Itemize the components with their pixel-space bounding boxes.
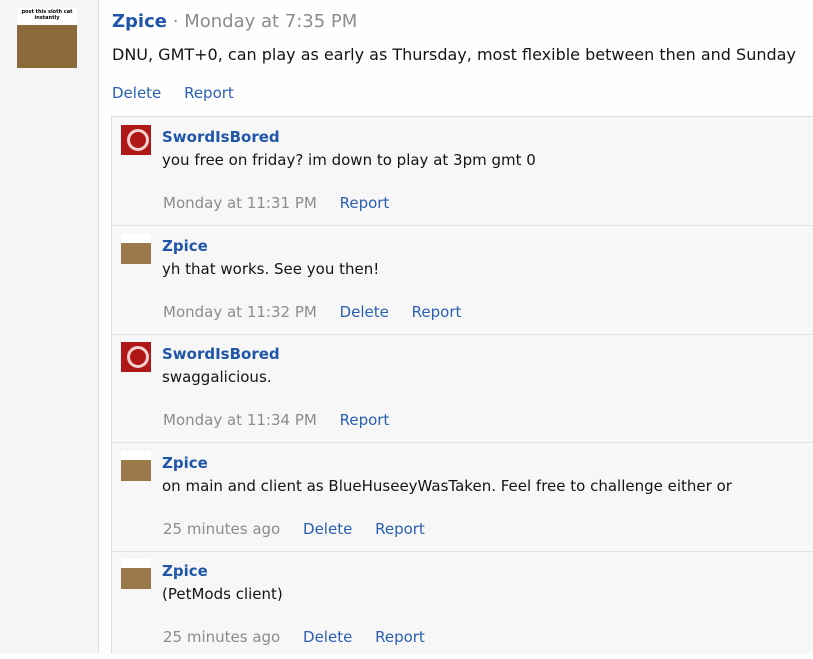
delete-link[interactable]: Delete xyxy=(303,520,352,538)
reply-timestamp[interactable]: 25 minutes ago xyxy=(163,628,280,646)
reply-actions: Monday at 11:31 PM Report xyxy=(163,194,407,212)
reply-timestamp[interactable]: 25 minutes ago xyxy=(163,520,280,538)
reply-username[interactable]: SwordIsBored xyxy=(162,128,280,146)
reply-username[interactable]: Zpice xyxy=(162,454,208,472)
post-header: Zpice · Monday at 7:35 PM xyxy=(112,11,357,32)
reply-text: on main and client as BlueHuseeyWasTaken… xyxy=(162,477,732,495)
reply-username[interactable]: Zpice xyxy=(162,237,208,255)
post-body: DNU, GMT+0, can play as early as Thursda… xyxy=(112,45,796,64)
delete-link[interactable]: Delete xyxy=(340,303,389,321)
avatar[interactable] xyxy=(121,125,151,155)
replies-list: SwordIsBored you free on friday? im down… xyxy=(111,116,813,654)
reply-text: yh that works. See you then! xyxy=(162,260,380,278)
avatar[interactable] xyxy=(121,451,151,481)
reply-item: Zpice on main and client as BlueHuseeyWa… xyxy=(112,443,813,552)
left-gutter xyxy=(0,0,99,653)
report-link[interactable]: Report xyxy=(340,194,390,212)
meta-separator: · xyxy=(172,11,179,32)
reply-actions: 25 minutes ago Delete Report xyxy=(163,520,443,538)
reply-actions: Monday at 11:34 PM Report xyxy=(163,411,407,429)
avatar[interactable] xyxy=(121,342,151,372)
avatar[interactable] xyxy=(121,559,151,589)
reply-item: Zpice (PetMods client) 25 minutes ago De… xyxy=(112,551,813,659)
post-username[interactable]: Zpice xyxy=(112,11,167,32)
reply-timestamp[interactable]: Monday at 11:32 PM xyxy=(163,303,317,321)
reply-text: (PetMods client) xyxy=(162,585,283,603)
post-actions: Delete Report xyxy=(112,84,252,102)
reply-username[interactable]: Zpice xyxy=(162,562,208,580)
post-timestamp[interactable]: Monday at 7:35 PM xyxy=(184,11,357,32)
reply-item: SwordIsBored swaggalicious. Monday at 11… xyxy=(112,334,813,443)
avatar-caption: post this sloth cat instantly xyxy=(17,8,77,25)
reply-item: Zpice yh that works. See you then! Monda… xyxy=(112,226,813,335)
avatar[interactable]: post this sloth cat instantly xyxy=(17,8,77,68)
reply-item: SwordIsBored you free on friday? im down… xyxy=(112,117,813,226)
report-link[interactable]: Report xyxy=(184,84,234,102)
reply-actions: 25 minutes ago Delete Report xyxy=(163,628,443,646)
reply-timestamp[interactable]: Monday at 11:31 PM xyxy=(163,194,317,212)
reply-actions: Monday at 11:32 PM Delete Report xyxy=(163,303,479,321)
delete-link[interactable]: Delete xyxy=(303,628,352,646)
report-link[interactable]: Report xyxy=(412,303,462,321)
avatar[interactable] xyxy=(121,234,151,264)
reply-timestamp[interactable]: Monday at 11:34 PM xyxy=(163,411,317,429)
report-link[interactable]: Report xyxy=(340,411,390,429)
report-link[interactable]: Report xyxy=(375,628,425,646)
report-link[interactable]: Report xyxy=(375,520,425,538)
reply-username[interactable]: SwordIsBored xyxy=(162,345,280,363)
reply-text: you free on friday? im down to play at 3… xyxy=(162,151,536,169)
delete-link[interactable]: Delete xyxy=(112,84,161,102)
reply-text: swaggalicious. xyxy=(162,368,272,386)
